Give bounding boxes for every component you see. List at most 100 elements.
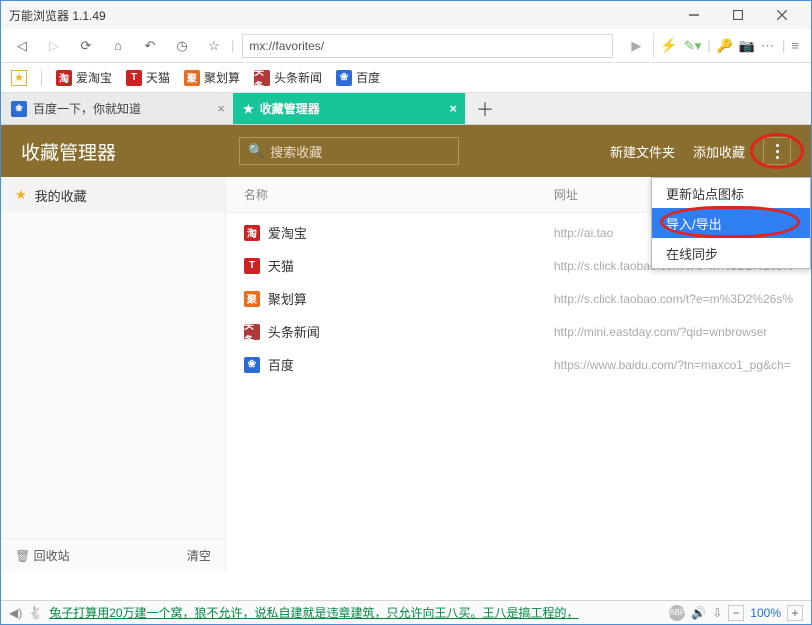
item-url: https://www.baidu.com/?tn=maxco1_pg&ch= xyxy=(554,358,791,372)
item-url: http://s.click.taobao.com/t?e=m%3D2%26s% xyxy=(554,292,793,306)
zoom-out-button[interactable]: − xyxy=(728,605,744,621)
bookmark-item[interactable]: 淘爱淘宝 xyxy=(56,69,112,86)
tab-active[interactable]: ★ 收藏管理器 × xyxy=(233,93,465,124)
address-bar[interactable]: mx://favorites/ xyxy=(242,34,613,58)
site-icon: T xyxy=(126,70,142,86)
list-item[interactable]: ❀ 百度 https://www.baidu.com/?tn=maxco1_pg&c… xyxy=(244,355,793,374)
bookmark-label: 头条新闻 xyxy=(274,69,322,86)
site-icon: ❀ xyxy=(244,357,260,373)
menu-sync[interactable]: 在线同步 xyxy=(652,238,810,268)
zoom-level: 100% xyxy=(750,606,781,620)
item-label: 天猫 xyxy=(268,256,294,275)
menu-refresh-icons[interactable]: 更新站点图标 xyxy=(652,178,810,208)
key-icon[interactable]: 🔑 xyxy=(717,38,733,54)
bookmark-item[interactable]: 聚聚划算 xyxy=(184,69,240,86)
star-icon: ★ xyxy=(243,102,254,116)
titlebar: 万能浏览器 1.1.49 xyxy=(1,1,811,29)
speed-icon[interactable]: ⚡ xyxy=(660,37,677,54)
star-button[interactable]: ☆ xyxy=(199,32,229,60)
sidebar-label: 我的收藏 xyxy=(35,186,87,205)
item-label: 百度 xyxy=(268,355,294,374)
new-folder-button[interactable]: 新建文件夹 xyxy=(610,142,675,161)
tab-icon: ❀ xyxy=(11,101,27,117)
tab-inactive[interactable]: ❀ 百度一下，你就知道 × xyxy=(1,93,233,124)
bookmarks-star[interactable]: ★ xyxy=(11,70,27,86)
star-icon: ★ xyxy=(11,70,27,86)
site-icon: 聚 xyxy=(244,291,260,307)
site-icon: 淘 xyxy=(56,70,72,86)
close-tab-icon[interactable]: × xyxy=(217,101,225,116)
window-title: 万能浏览器 1.1.49 xyxy=(9,7,671,24)
volume-icon[interactable]: 🔊 xyxy=(691,606,706,620)
sidebar: ★ 我的收藏 🗑 回收站 清空 xyxy=(1,177,226,572)
main-panel: 名称 网址 淘爱淘宝 http://ai.tao T 天猫 http://s.click… xyxy=(226,177,811,572)
search-input[interactable]: 🔍 搜索收藏 xyxy=(239,137,459,165)
manager-header: 收藏管理器 🔍 搜索收藏 新建文件夹 添加收藏 xyxy=(1,125,811,177)
menu-icon[interactable]: ≡ xyxy=(791,38,799,53)
trash-icon: 🗑 xyxy=(15,549,30,563)
bookmark-item[interactable]: T天猫 xyxy=(126,69,170,86)
site-icon: 头条 xyxy=(254,70,270,86)
undo-button[interactable]: ↶ xyxy=(135,32,165,60)
page-title: 收藏管理器 xyxy=(21,138,221,165)
sidebar-item-myfavorites[interactable]: ★ 我的收藏 xyxy=(1,177,225,213)
sound-toggle-icon[interactable]: ◀) xyxy=(9,606,22,620)
bookmark-label: 天猫 xyxy=(146,69,170,86)
more-menu-dropdown: 更新站点图标 导入/导出 在线同步 xyxy=(651,177,811,269)
search-placeholder: 搜索收藏 xyxy=(270,142,322,161)
bookmark-label: 聚划算 xyxy=(204,69,240,86)
forward-button[interactable]: ▷ xyxy=(39,32,69,60)
site-icon: ❀ xyxy=(336,70,352,86)
more-menu-button[interactable] xyxy=(763,137,791,165)
back-button[interactable]: ◁ xyxy=(7,32,37,60)
new-tab-button[interactable]: ＋ xyxy=(465,93,505,124)
menu-import-export[interactable]: 导入/导出 xyxy=(652,208,810,238)
url-text: mx://favorites/ xyxy=(249,39,324,53)
col-name: 名称 xyxy=(244,186,554,203)
item-label: 聚划算 xyxy=(268,289,307,308)
tab-label: 收藏管理器 xyxy=(260,100,320,117)
minimize-button[interactable] xyxy=(673,4,715,26)
close-tab-icon[interactable]: × xyxy=(449,101,457,116)
col-url: 网址 xyxy=(554,186,578,203)
item-url: http://mini.eastday.com/?qid=wnbrowser xyxy=(554,325,768,339)
download-icon[interactable]: ⇩ xyxy=(712,606,722,620)
site-icon: 头条 xyxy=(244,324,260,340)
close-button[interactable] xyxy=(761,4,803,26)
status-bullet: 🐇 xyxy=(28,606,43,620)
list-item[interactable]: 头条头条新闻 http://mini.eastday.com/?qid=wnbro… xyxy=(244,322,793,341)
sidebar-footer: 🗑 回收站 清空 xyxy=(1,538,225,572)
wand-icon[interactable]: ✎▾ xyxy=(684,38,701,54)
bookmark-label: 百度 xyxy=(356,69,380,86)
item-url: http://ai.tao xyxy=(554,226,613,240)
bookmark-item[interactable]: ❀百度 xyxy=(336,69,380,86)
toolbar: ◁ ▷ ⟳ ⌂ ↶ ◷ ☆ | mx://favorites/ ▶ ⚡ ✎▾ |… xyxy=(1,29,811,63)
bookmarks-bar: ★ 淘爱淘宝 T天猫聚聚划算头条头条新闻 ❀百度 xyxy=(1,63,811,93)
camera-icon[interactable]: 📷 xyxy=(739,38,755,54)
toolbar-right: ⚡ ✎▾ | 🔑 📷 ⋯ | ≡ xyxy=(653,34,805,58)
zoom-in-button[interactable]: + xyxy=(787,605,803,621)
more-icon[interactable]: ⋯ xyxy=(761,38,776,54)
adblock-icon[interactable]: ABP xyxy=(669,605,685,621)
list-item[interactable]: 聚聚划算 http://s.click.taobao.com/t?e=m%3D2%… xyxy=(244,289,793,308)
refresh-button[interactable]: ⟳ xyxy=(71,32,101,60)
status-ticker[interactable]: 兔子打算用20万建一个窝，狼不允许，说私自建就是违章建筑，只允许向王八买。王八是… xyxy=(49,604,663,621)
bookmark-item[interactable]: 头条头条新闻 xyxy=(254,69,322,86)
site-icon: 聚 xyxy=(184,70,200,86)
home-button[interactable]: ⌂ xyxy=(103,32,133,60)
maximize-button[interactable] xyxy=(717,4,759,26)
recycle-bin-button[interactable]: 🗑 回收站 xyxy=(15,547,70,564)
status-bar: ◀) 🐇 兔子打算用20万建一个窝，狼不允许，说私自建就是违章建筑，只允许向王八… xyxy=(1,600,811,624)
item-label: 头条新闻 xyxy=(268,322,320,341)
clear-button[interactable]: 清空 xyxy=(187,547,211,564)
tab-strip: ❀ 百度一下，你就知道 × ★ 收藏管理器 × ＋ xyxy=(1,93,811,125)
history-button[interactable]: ◷ xyxy=(167,32,197,60)
site-icon: T xyxy=(244,258,260,274)
search-icon: 🔍 xyxy=(248,143,264,159)
tab-label: 百度一下，你就知道 xyxy=(33,100,141,117)
go-button[interactable]: ▶ xyxy=(621,32,651,60)
site-icon: 淘 xyxy=(244,225,260,241)
add-favorite-button[interactable]: 添加收藏 xyxy=(693,142,745,161)
star-icon: ★ xyxy=(15,187,27,203)
item-label: 爱淘宝 xyxy=(268,223,307,242)
